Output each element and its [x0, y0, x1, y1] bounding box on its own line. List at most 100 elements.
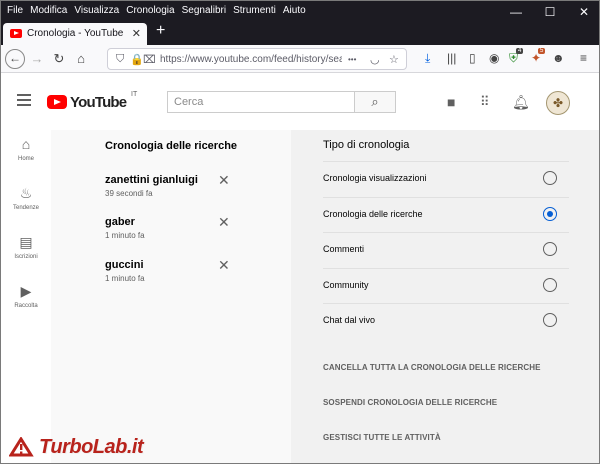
- home-button[interactable]: ⌂: [71, 49, 91, 69]
- page-actions-icon[interactable]: •••: [348, 55, 356, 64]
- tab-strip: Cronologia - YouTube ✕ +: [1, 21, 599, 45]
- trending-icon: ♨: [19, 185, 33, 201]
- extension-badge: 4: [516, 48, 524, 54]
- clear-search-history-button[interactable]: CANCELLA TUTTA LA CRONOLOGIA DELLE RICER…: [323, 363, 541, 372]
- search-button[interactable]: ⌕: [354, 91, 396, 113]
- permissions-icon[interactable]: ⌧: [143, 53, 156, 66]
- apps-grid-icon[interactable]: ⠿: [480, 94, 490, 110]
- guide-item-tendenze[interactable]: ♨ Tendenze: [1, 185, 51, 211]
- menu-file[interactable]: File: [7, 5, 23, 16]
- menu-segnalibri[interactable]: Segnalibri: [182, 5, 226, 16]
- menu-strumenti[interactable]: Strumenti: [233, 5, 276, 16]
- remove-icon[interactable]: ✕: [218, 172, 230, 189]
- guide-item-label: Tendenze: [12, 205, 40, 211]
- home-icon: ⌂: [21, 136, 31, 152]
- menu-modifica[interactable]: Modifica: [30, 5, 67, 16]
- minimize-button[interactable]: —: [499, 1, 533, 23]
- youtube-logo-icon[interactable]: [47, 95, 67, 109]
- history-type-option[interactable]: Chat dal vivo: [323, 303, 569, 339]
- history-type-option[interactable]: Commenti: [323, 232, 569, 268]
- downloads-icon[interactable]: ⤓: [425, 51, 430, 66]
- maximize-button[interactable]: ☐: [533, 1, 567, 23]
- history-item[interactable]: zanettini gianluigi 39 secondi fa ✕: [105, 172, 237, 198]
- extension-shield-icon[interactable]: ⛨ 4: [509, 48, 524, 66]
- menu-cronologia[interactable]: Cronologia: [126, 5, 174, 16]
- close-window-button[interactable]: ✕: [567, 1, 599, 23]
- radio-button-selected[interactable]: [543, 207, 557, 221]
- create-video-icon[interactable]: ■: [447, 94, 455, 110]
- search-icon: ⌕: [371, 94, 379, 109]
- guide-item-raccolta[interactable]: ▶ Raccolta: [1, 283, 51, 309]
- radio-button[interactable]: [543, 171, 557, 185]
- radio-button[interactable]: [543, 242, 557, 256]
- remove-icon[interactable]: ✕: [218, 257, 230, 274]
- notifications-bell-icon[interactable]: 🔔︎: [512, 94, 530, 111]
- history-time: 1 minuto fa: [105, 231, 145, 240]
- youtube-logo-text[interactable]: YouTube: [70, 94, 127, 111]
- pocket-icon[interactable]: ◡: [370, 53, 380, 66]
- guide-item-label: Iscrizioni: [14, 254, 38, 260]
- navigation-bar: ← → ↻ ⌂ ⛉ 🔒 ⌧ https://www.youtube.com/fe…: [1, 45, 599, 73]
- menu-bar: File Modifica Visualizza Cronologia Segnalib…: [1, 1, 599, 23]
- menu-aiuto[interactable]: Aiuto: [283, 5, 306, 16]
- history-type-option[interactable]: Community: [323, 268, 569, 304]
- sidebar-icon[interactable]: ▯: [469, 51, 476, 65]
- history-item[interactable]: guccini 1 minuto fa ✕: [105, 257, 237, 283]
- guide-item-iscrizioni[interactable]: ▤ Iscrizioni: [1, 234, 51, 260]
- option-label[interactable]: Cronologia visualizzazioni: [323, 173, 427, 183]
- library-icon[interactable]: |||: [447, 51, 456, 65]
- address-bar[interactable]: ⛉ 🔒 ⌧ https://www.youtube.com/feed/histo…: [107, 48, 407, 70]
- tracking-protection-icon[interactable]: ⛉: [116, 53, 124, 66]
- watermark-text: TurboLab.it: [39, 436, 144, 458]
- radio-button[interactable]: [543, 278, 557, 292]
- tab-title: Cronologia - YouTube: [27, 28, 124, 39]
- extension-badge: 5: [538, 48, 546, 54]
- reload-button[interactable]: ↻: [49, 49, 69, 69]
- manage-activity-button[interactable]: GESTISCI TUTTE LE ATTIVITÀ: [323, 433, 441, 442]
- extension-icon[interactable]: ✦ 5: [531, 48, 546, 65]
- turbolab-logo-icon: [9, 437, 34, 457]
- youtube-masthead: YouTube IT Cerca ⌕ ■ ⠿ 🔔︎ ✤: [1, 74, 599, 130]
- pause-search-history-button[interactable]: SOSPENDI CRONOLOGIA DELLE RICERCHE: [323, 398, 497, 407]
- youtube-favicon-icon: [10, 29, 22, 38]
- subscriptions-icon: ▤: [19, 234, 33, 250]
- history-type-panel: Tipo di cronologia Cronologia visualizza…: [291, 130, 599, 463]
- search-input[interactable]: Cerca: [167, 91, 355, 113]
- region-code: IT: [131, 91, 138, 98]
- lock-icon[interactable]: 🔒: [130, 53, 144, 66]
- avatar[interactable]: ✤: [546, 91, 570, 115]
- new-tab-button[interactable]: +: [156, 22, 165, 40]
- browser-window: File Modifica Visualizza Cronologia Segnalib…: [0, 0, 600, 464]
- library-icon: ▶: [20, 283, 32, 299]
- option-label[interactable]: Commenti: [323, 244, 364, 254]
- tab-close-icon[interactable]: ✕: [132, 27, 141, 40]
- remove-icon[interactable]: ✕: [218, 214, 230, 231]
- guide-item-home[interactable]: ⌂ Home: [1, 136, 51, 162]
- menu-visualizza[interactable]: Visualizza: [74, 5, 119, 16]
- extension-face-icon[interactable]: ☻: [552, 51, 565, 65]
- guide-sidebar: ⌂ Home ♨ Tendenze ▤ Iscrizioni ▶ Raccolt…: [1, 130, 51, 463]
- history-item[interactable]: gaber 1 minuto fa ✕: [105, 214, 237, 240]
- guide-item-label: Home: [17, 156, 34, 162]
- option-label[interactable]: Cronologia delle ricerche: [323, 209, 423, 219]
- url-text[interactable]: https://www.youtube.com/feed/history/sea…: [160, 54, 342, 65]
- forward-button[interactable]: →: [27, 49, 47, 69]
- history-time: 39 secondi fa: [105, 189, 153, 198]
- account-icon[interactable]: ◉: [489, 51, 499, 65]
- radio-button[interactable]: [543, 313, 557, 327]
- bookmark-star-icon[interactable]: ☆: [389, 53, 399, 66]
- guide-item-label: Raccolta: [14, 303, 38, 309]
- option-label[interactable]: Chat dal vivo: [323, 315, 375, 325]
- history-type-title: Tipo di cronologia: [323, 139, 410, 151]
- page-title: Cronologia delle ricerche: [105, 140, 238, 152]
- guide-menu-icon[interactable]: [17, 94, 31, 106]
- tab-cronologia-youtube[interactable]: Cronologia - YouTube ✕: [3, 23, 147, 45]
- main-content: Cronologia delle ricerche zanettini gian…: [51, 130, 599, 463]
- app-menu-icon[interactable]: ≡: [580, 51, 587, 65]
- watermark: TurboLab.it: [9, 433, 199, 463]
- back-button[interactable]: ←: [5, 49, 25, 69]
- history-type-option[interactable]: Cronologia delle ricerche: [323, 197, 569, 233]
- option-label[interactable]: Community: [323, 280, 369, 290]
- history-time: 1 minuto fa: [105, 274, 145, 283]
- history-type-option[interactable]: Cronologia visualizzazioni: [323, 161, 569, 197]
